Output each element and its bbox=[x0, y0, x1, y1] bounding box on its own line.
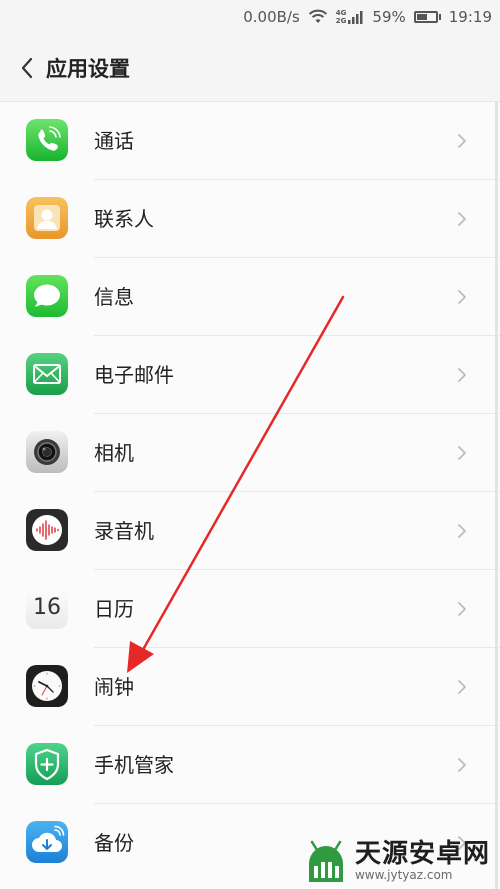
list-item-label: 录音机 bbox=[94, 519, 154, 543]
list-item-calendar[interactable]: 16 日历 bbox=[0, 570, 500, 648]
list-item-label: 通话 bbox=[94, 129, 134, 153]
chevron-right-icon bbox=[458, 212, 466, 226]
recorder-icon bbox=[26, 509, 68, 551]
android-logo-icon bbox=[308, 840, 343, 882]
app-settings-list: 通话 联系人 信息 电子邮件 相机 录音机 16 日历 闹钟 手机管家 备份 bbox=[0, 102, 500, 882]
email-icon bbox=[26, 353, 68, 395]
chevron-right-icon bbox=[458, 368, 466, 382]
scrollbar[interactable] bbox=[495, 102, 498, 889]
list-item-recorder[interactable]: 录音机 bbox=[0, 492, 500, 570]
clock: 19:19 bbox=[448, 8, 492, 26]
message-icon bbox=[26, 275, 68, 317]
chevron-right-icon bbox=[458, 446, 466, 460]
list-item-label: 备份 bbox=[94, 831, 134, 855]
watermark: 天源安卓网 www.jytyaz.com bbox=[301, 833, 490, 889]
chevron-left-icon bbox=[21, 57, 33, 78]
list-item-phone-manager[interactable]: 手机管家 bbox=[0, 726, 500, 804]
chevron-right-icon bbox=[458, 524, 466, 538]
network-2g-label: 2G bbox=[335, 17, 347, 25]
contacts-icon bbox=[26, 197, 68, 239]
list-item-messages[interactable]: 信息 bbox=[0, 258, 500, 336]
back-button[interactable] bbox=[16, 57, 38, 79]
chevron-right-icon bbox=[458, 758, 466, 772]
phone-icon bbox=[26, 119, 68, 161]
chevron-right-icon bbox=[458, 680, 466, 694]
list-item-email[interactable]: 电子邮件 bbox=[0, 336, 500, 414]
list-item-camera[interactable]: 相机 bbox=[0, 414, 500, 492]
battery-percent: 59% bbox=[372, 8, 406, 26]
calendar-day: 16 bbox=[33, 595, 61, 620]
chevron-right-icon bbox=[458, 290, 466, 304]
status-bar: 0.00B/s 4G 2G 59% 19:19 bbox=[0, 0, 500, 34]
network-speed: 0.00B/s bbox=[243, 8, 300, 26]
list-item-contacts[interactable]: 联系人 bbox=[0, 180, 500, 258]
app-header: 应用设置 bbox=[0, 34, 500, 102]
list-item-alarm[interactable]: 闹钟 bbox=[0, 648, 500, 726]
network-4g-label: 4G bbox=[335, 9, 347, 17]
list-item-label: 电子邮件 bbox=[94, 363, 174, 387]
wifi-icon bbox=[308, 9, 327, 23]
watermark-name: 天源安卓网 bbox=[354, 839, 490, 869]
cellular-signal: 4G 2G bbox=[336, 9, 365, 25]
list-item-phone[interactable]: 通话 bbox=[0, 102, 500, 180]
signal-bars-icon bbox=[348, 11, 363, 24]
cloud-backup-icon bbox=[26, 821, 68, 863]
list-item-label: 信息 bbox=[94, 285, 134, 309]
shield-icon bbox=[26, 743, 68, 785]
clock-icon bbox=[26, 665, 68, 707]
battery-icon bbox=[413, 11, 441, 23]
watermark-url: www.jytyaz.com bbox=[354, 868, 453, 882]
list-item-label: 相机 bbox=[94, 441, 134, 465]
page-title: 应用设置 bbox=[46, 56, 130, 81]
camera-icon bbox=[26, 431, 68, 473]
list-item-label: 日历 bbox=[94, 597, 134, 621]
list-item-label: 手机管家 bbox=[94, 753, 174, 777]
chevron-right-icon bbox=[458, 134, 466, 148]
list-item-label: 联系人 bbox=[94, 207, 154, 231]
calendar-icon: 16 bbox=[26, 587, 68, 629]
list-item-label: 闹钟 bbox=[94, 675, 134, 699]
chevron-right-icon bbox=[458, 602, 466, 616]
